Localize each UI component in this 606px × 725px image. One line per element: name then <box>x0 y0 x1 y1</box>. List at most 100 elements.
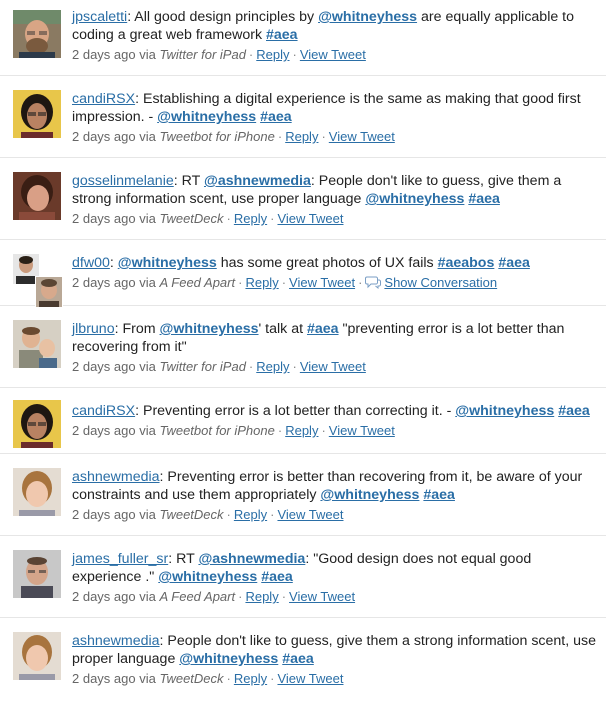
tweet-text: james_fuller_sr: RT @ashnewmedia: "Good … <box>72 551 532 585</box>
view-tweet-link[interactable]: View Tweet <box>277 671 343 686</box>
mention-link[interactable]: @whitneyhess <box>320 487 419 503</box>
tweet-time: 2 days ago via <box>72 589 156 604</box>
mention-link[interactable]: @ashnewmedia <box>204 173 311 189</box>
separator: · <box>277 423 283 438</box>
hashtag-link[interactable]: #aea <box>307 321 339 337</box>
mention-link[interactable]: @whitneyhess <box>160 321 259 337</box>
tweet-meta: 2 days ago via Twitter for iPad · Reply · Vi… <box>72 358 598 375</box>
hashtag-link[interactable]: #aeabos <box>438 255 495 271</box>
separator: · <box>238 589 243 604</box>
separator: · <box>248 359 254 374</box>
tweet-item: dfw00: @whitneyhess has some great photo… <box>0 240 606 308</box>
reply-link[interactable]: Reply <box>234 507 267 522</box>
separator: · <box>358 275 363 290</box>
avatar[interactable] <box>13 172 61 220</box>
avatar[interactable] <box>13 632 61 680</box>
tweet-text: jpscaletti: All good design principles b… <box>72 9 575 43</box>
hashtag-link[interactable]: #aea <box>261 569 293 585</box>
hashtag-link[interactable]: #aea <box>498 255 530 271</box>
hashtag-link[interactable]: #aea <box>558 403 590 419</box>
hashtag-link[interactable]: #aea <box>282 651 314 667</box>
tweet-username[interactable]: gosselinmelanie <box>72 173 174 189</box>
view-tweet-link[interactable]: View Tweet <box>289 275 355 290</box>
mention-link[interactable]: @whitneyhess <box>118 255 217 271</box>
mention-link[interactable]: @ashnewmedia <box>198 551 305 567</box>
tweet-username[interactable]: dfw00 <box>72 255 110 271</box>
tweet-text: dfw00: @whitneyhess has some great photo… <box>72 255 530 271</box>
avatar[interactable] <box>13 400 61 448</box>
separator: · <box>281 589 287 604</box>
tweet-text: ashnewmedia: People don't like to guess,… <box>72 633 597 667</box>
tweet-time: 2 days ago via <box>72 275 156 290</box>
tweet-username[interactable]: jlbruno <box>72 321 115 337</box>
tweet-meta: 2 days ago via A Feed Apart · Reply · View T… <box>72 588 598 605</box>
view-tweet-link[interactable]: View Tweet <box>277 507 343 522</box>
mention-link[interactable]: @whitneyhess <box>157 109 256 125</box>
separator: · <box>321 423 326 438</box>
avatar[interactable] <box>13 254 63 308</box>
mention-link[interactable]: @whitneyhess <box>318 9 417 25</box>
mention-link[interactable]: @whitneyhess <box>455 403 554 419</box>
tweet-item: jlbruno: From @whitneyhess' talk at #aea… <box>0 306 606 388</box>
tweet-source: A Feed Apart <box>159 275 236 290</box>
reply-link[interactable]: Reply <box>234 671 267 686</box>
tweet-text: candiRSX: Establishing a digital experie… <box>72 91 581 125</box>
tweet-text: jlbruno: From @whitneyhess' talk at #aea… <box>72 321 565 355</box>
tweet-time: 2 days ago via <box>72 507 156 522</box>
tweet-item: jpscaletti: All good design principles b… <box>0 0 606 76</box>
view-tweet-link[interactable]: View Tweet <box>329 423 395 438</box>
view-tweet-link[interactable]: View Tweet <box>300 359 366 374</box>
tweet-time: 2 days ago via <box>72 129 156 144</box>
avatar[interactable] <box>13 10 61 58</box>
reply-link[interactable]: Reply <box>256 359 289 374</box>
view-tweet-link[interactable]: View Tweet <box>289 589 355 604</box>
show-conversation-link[interactable]: Show Conversation <box>384 275 497 290</box>
tweet-time: 2 days ago via <box>72 671 156 686</box>
hashtag-link[interactable]: #aea <box>468 191 500 207</box>
tweet-time: 2 days ago via <box>72 423 156 438</box>
reply-link[interactable]: Reply <box>285 423 318 438</box>
tweet-item: candiRSX: Establishing a digital experie… <box>0 76 606 158</box>
separator: · <box>281 275 287 290</box>
separator: · <box>292 359 297 374</box>
separator: · <box>226 211 231 226</box>
view-tweet-link[interactable]: View Tweet <box>277 211 343 226</box>
avatar[interactable] <box>13 550 61 598</box>
tweet-meta: 2 days ago via Twitter for iPad · Reply · Vi… <box>72 46 598 63</box>
avatar-secondary <box>35 276 63 308</box>
reply-link[interactable]: Reply <box>285 129 318 144</box>
tweet-source: Twitter for iPad <box>159 359 246 374</box>
tweet-source: A Feed Apart <box>159 589 236 604</box>
mention-link[interactable]: @whitneyhess <box>365 191 464 207</box>
separator: · <box>238 275 243 290</box>
mention-link[interactable]: @whitneyhess <box>158 569 257 585</box>
reply-link[interactable]: Reply <box>256 47 289 62</box>
mention-link[interactable]: @whitneyhess <box>179 651 278 667</box>
tweet-username[interactable]: james_fuller_sr <box>72 551 168 567</box>
tweet-username[interactable]: ashnewmedia <box>72 633 160 649</box>
avatar[interactable] <box>13 90 61 138</box>
view-tweet-link[interactable]: View Tweet <box>329 129 395 144</box>
tweet-username[interactable]: ashnewmedia <box>72 469 160 485</box>
separator: · <box>226 507 231 522</box>
view-tweet-link[interactable]: View Tweet <box>300 47 366 62</box>
tweet-username[interactable]: candiRSX <box>72 91 135 107</box>
separator: · <box>270 211 275 226</box>
reply-link[interactable]: Reply <box>245 589 278 604</box>
tweet-time: 2 days ago via <box>72 359 156 374</box>
hashtag-link[interactable]: #aea <box>266 27 298 43</box>
tweet-username[interactable]: candiRSX <box>72 403 135 419</box>
tweet-username[interactable]: jpscaletti <box>72 9 127 25</box>
tweet-meta: 2 days ago via A Feed Apart · Reply · View T… <box>72 274 598 293</box>
reply-link[interactable]: Reply <box>234 211 267 226</box>
hashtag-link[interactable]: #aea <box>260 109 292 125</box>
tweet-source: Twitter for iPad <box>159 47 246 62</box>
avatar[interactable] <box>13 320 61 368</box>
reply-link[interactable]: Reply <box>245 275 278 290</box>
conversation-icon <box>365 276 382 293</box>
tweet-meta: 2 days ago via Tweetbot for iPhone · Reply… <box>72 422 598 439</box>
separator: · <box>292 47 297 62</box>
hashtag-link[interactable]: #aea <box>423 487 455 503</box>
avatar[interactable] <box>13 468 61 516</box>
tweet-text: ashnewmedia: Preventing error is better … <box>72 469 583 503</box>
